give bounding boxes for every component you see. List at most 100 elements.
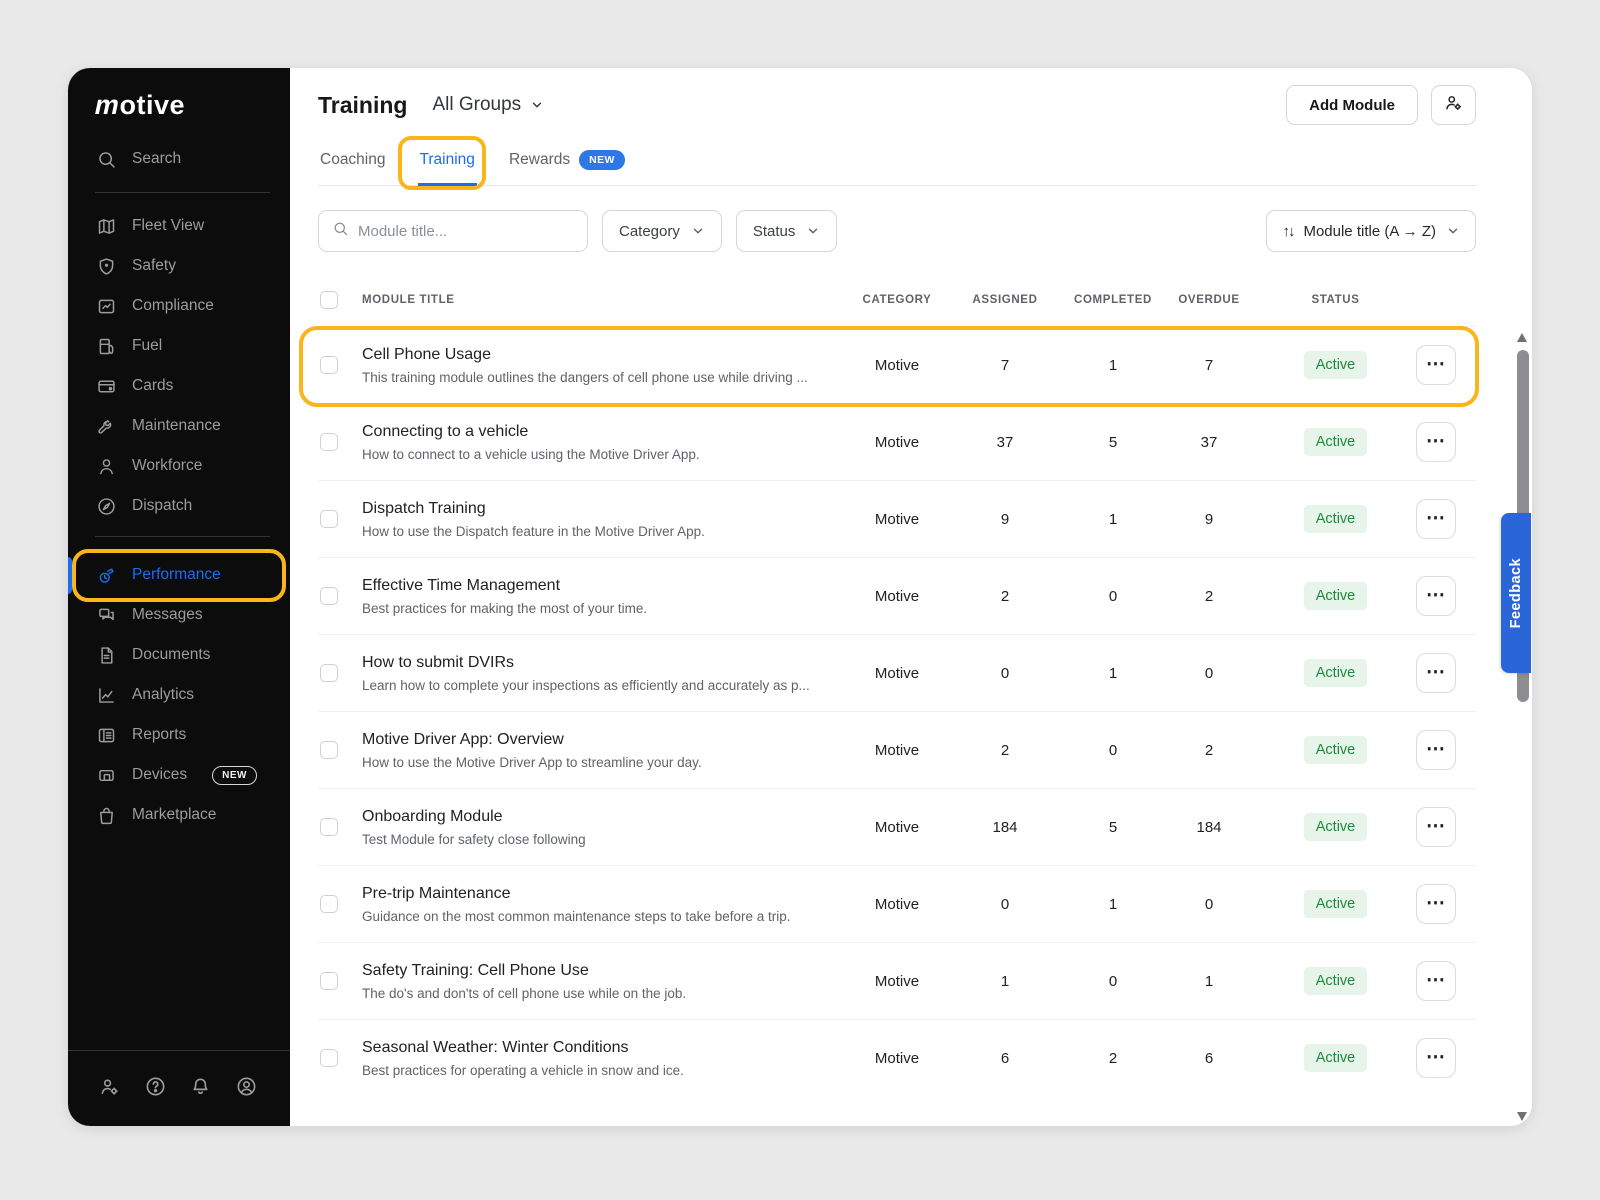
table-row-seasonal-weather-winter-conditions[interactable]: Seasonal Weather: Winter ConditionsBest … (318, 1019, 1476, 1096)
tab-coaching[interactable]: Coaching (318, 140, 388, 186)
select-all-checkbox[interactable] (320, 291, 338, 309)
feedback-tab[interactable]: Feedback (1501, 513, 1531, 673)
sidebar-item-maintenance[interactable]: Maintenance (68, 406, 290, 446)
scroll-up-arrow[interactable] (1517, 333, 1527, 342)
status-badge: Active (1304, 890, 1368, 918)
fuel-icon (95, 335, 117, 357)
status-dropdown[interactable]: Status (736, 210, 838, 252)
actions-cell: ⋯ (1416, 653, 1476, 693)
active-nav-indicator (68, 557, 72, 594)
tab-bar: Coaching Training Rewards NEW (318, 140, 1476, 186)
table-row-connecting-to-a-vehicle[interactable]: Connecting to a vehicleHow to connect to… (318, 403, 1476, 480)
sidebar-item-dispatch[interactable]: Dispatch (68, 486, 290, 526)
module-title-cell: Dispatch TrainingHow to use the Dispatch… (362, 500, 847, 539)
vertical-scrollbar[interactable] (1516, 330, 1529, 1124)
sidebar-primary-nav: Fleet ViewSafety Compliance Fuel Cards Maint… (68, 206, 290, 526)
table-row-effective-time-management[interactable]: Effective Time ManagementBest practices … (318, 557, 1476, 634)
status-cell: Active (1255, 813, 1416, 841)
assigned-cell: 2 (947, 588, 1063, 605)
sidebar-item-compliance[interactable]: Compliance (68, 286, 290, 326)
bell-icon[interactable] (189, 1075, 212, 1098)
table-row-dispatch-training[interactable]: Dispatch TrainingHow to use the Dispatch… (318, 480, 1476, 557)
row-checkbox[interactable] (320, 1049, 338, 1067)
table-row-safety-training-cell-phone-use[interactable]: Safety Training: Cell Phone UseThe do's … (318, 942, 1476, 1019)
table-row-how-to-submit-dvirs[interactable]: How to submit DVIRsLearn how to complete… (318, 634, 1476, 711)
assign-settings-button[interactable] (1431, 85, 1476, 125)
status-badge: Active (1304, 582, 1368, 610)
category-cell: Motive (847, 588, 947, 605)
module-search-field[interactable] (318, 210, 588, 252)
sidebar-item-search[interactable]: Search (68, 139, 290, 179)
sidebar-item-safety[interactable]: Safety (68, 246, 290, 286)
row-checkbox[interactable] (320, 433, 338, 451)
help-icon[interactable] (144, 1075, 167, 1098)
app-window: motive Search Fleet ViewSafetyCompliance… (68, 68, 1532, 1126)
sort-dropdown[interactable]: ↑↓ Module title (A → Z) (1266, 210, 1476, 252)
sidebar-item-cards[interactable]: Cards (68, 366, 290, 406)
row-checkbox[interactable] (320, 972, 338, 990)
tab-rewards[interactable]: Rewards NEW (507, 140, 627, 186)
row-actions-button[interactable]: ⋯ (1416, 884, 1456, 924)
assigned-cell: 184 (947, 819, 1063, 836)
row-checkbox[interactable] (320, 587, 338, 605)
row-checkbox[interactable] (320, 818, 338, 836)
sidebar-item-fuel[interactable]: Fuel (68, 326, 290, 366)
row-checkbox[interactable] (320, 895, 338, 913)
sidebar-item-workforce[interactable]: Workforce (68, 446, 290, 486)
table-row-onboarding-module[interactable]: Onboarding ModuleTest Module for safety … (318, 788, 1476, 865)
row-actions-button[interactable]: ⋯ (1416, 422, 1456, 462)
category-cell: Motive (847, 896, 947, 913)
page-background: motive Search Fleet ViewSafetyCompliance… (0, 0, 1600, 1200)
sidebar-item-label: Messages (132, 606, 203, 624)
module-search-input[interactable] (358, 223, 574, 240)
table-row-cell-phone-usage[interactable]: Cell Phone UsageThis training module out… (318, 326, 1476, 403)
row-actions-button[interactable]: ⋯ (1416, 345, 1456, 385)
status-cell: Active (1255, 890, 1416, 918)
row-actions-button[interactable]: ⋯ (1416, 576, 1456, 616)
table-row-motive-driver-app-overview[interactable]: Motive Driver App: OverviewHow to use th… (318, 711, 1476, 788)
module-title: Safety Training: Cell Phone Use (362, 962, 817, 980)
completed-cell: 0 (1063, 588, 1163, 605)
sidebar-item-fleet-view[interactable]: Fleet View (68, 206, 290, 246)
sidebar-item-label: Workforce (132, 457, 202, 475)
row-actions-button[interactable]: ⋯ (1416, 730, 1456, 770)
overdue-cell: 2 (1163, 588, 1255, 605)
table-row-pre-trip-maintenance[interactable]: Pre-trip MaintenanceGuidance on the most… (318, 865, 1476, 942)
sidebar-item-marketplace[interactable]: Marketplace (68, 795, 290, 835)
sidebar-item-analytics[interactable]: Analytics (68, 675, 290, 715)
account-icon[interactable] (235, 1075, 258, 1098)
overdue-cell: 2 (1163, 742, 1255, 759)
module-title: Effective Time Management (362, 577, 817, 595)
sidebar-item-messages[interactable]: Messages (68, 595, 290, 635)
sidebar-item-label: Compliance (132, 297, 214, 315)
sidebar-item-reports[interactable]: Reports (68, 715, 290, 755)
user-settings-icon[interactable] (98, 1075, 121, 1098)
completed-cell: 1 (1063, 665, 1163, 682)
group-filter-dropdown[interactable]: All Groups (432, 94, 544, 116)
row-actions-button[interactable]: ⋯ (1416, 499, 1456, 539)
module-title-cell: Effective Time ManagementBest practices … (362, 577, 847, 616)
row-checkbox[interactable] (320, 664, 338, 682)
main-content: Training All Groups Add Module Coaching … (290, 68, 1532, 1126)
sidebar-item-performance[interactable]: Performance (68, 555, 290, 595)
row-actions-button[interactable]: ⋯ (1416, 1038, 1456, 1078)
row-checkbox[interactable] (320, 741, 338, 759)
row-checkbox[interactable] (320, 510, 338, 528)
scroll-down-arrow[interactable] (1517, 1112, 1527, 1121)
status-cell: Active (1255, 967, 1416, 995)
row-actions-button[interactable]: ⋯ (1416, 653, 1456, 693)
row-actions-button[interactable]: ⋯ (1416, 961, 1456, 1001)
row-checkbox[interactable] (320, 356, 338, 374)
category-cell: Motive (847, 973, 947, 990)
sidebar-item-documents[interactable]: Documents (68, 635, 290, 675)
map-icon (95, 215, 117, 237)
sidebar-item-devices[interactable]: DevicesNEW (68, 755, 290, 795)
chevron-down-icon (806, 224, 820, 238)
category-dropdown[interactable]: Category (602, 210, 722, 252)
sidebar-item-label: Cards (132, 377, 173, 395)
tab-training[interactable]: Training (418, 140, 477, 186)
add-module-button[interactable]: Add Module (1286, 85, 1418, 125)
sidebar-item-label: Dispatch (132, 497, 192, 515)
assigned-cell: 0 (947, 896, 1063, 913)
row-actions-button[interactable]: ⋯ (1416, 807, 1456, 847)
